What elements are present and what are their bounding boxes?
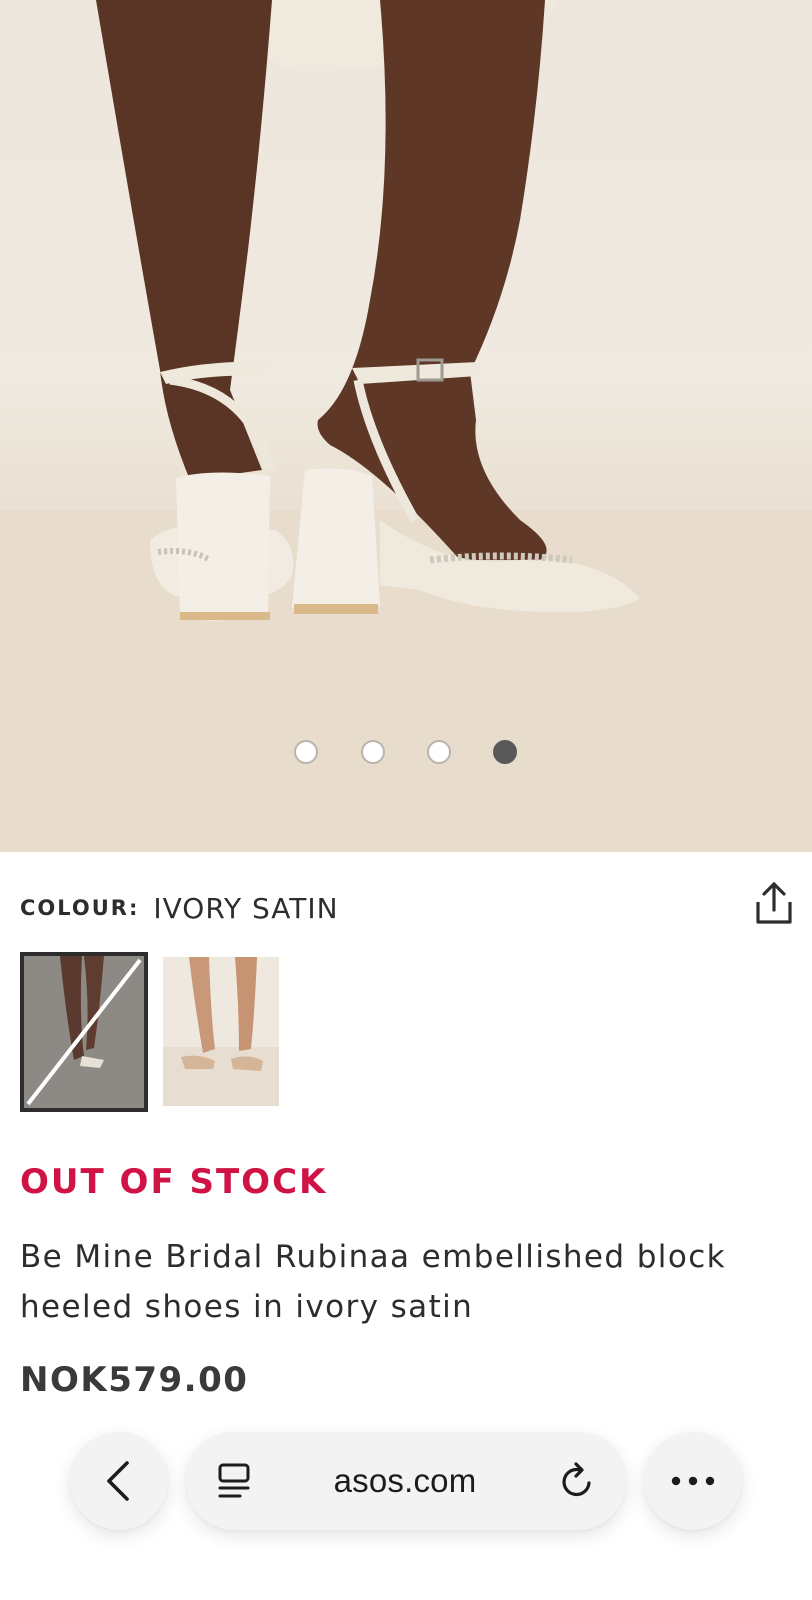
- colour-row: COLOUR: IVORY SATIN: [20, 888, 339, 928]
- gallery-pagination: [0, 740, 812, 764]
- gallery-dot-4-active[interactable]: [493, 740, 517, 764]
- colour-swatch-nude[interactable]: [163, 957, 279, 1106]
- browser-url-bar[interactable]: asos.com: [186, 1432, 626, 1530]
- swatch-thumbnail: [24, 956, 144, 1108]
- chevron-left-icon: [107, 1461, 129, 1501]
- gallery-dot-1[interactable]: [294, 740, 318, 764]
- product-image-gallery[interactable]: [0, 0, 812, 852]
- stock-status: OUT OF STOCK: [20, 1162, 328, 1202]
- browser-url-text[interactable]: asos.com: [334, 1462, 477, 1500]
- tab-manager-icon[interactable]: [216, 1461, 252, 1501]
- colour-value: IVORY SATIN: [153, 891, 339, 925]
- product-photo: [0, 0, 812, 852]
- product-price: NOK579.00: [20, 1360, 249, 1400]
- browser-back-button[interactable]: [70, 1432, 168, 1530]
- colour-swatch-ivory-satin-selected[interactable]: [20, 952, 148, 1112]
- more-dots-icon: [671, 1476, 715, 1486]
- browser-more-button[interactable]: [644, 1432, 742, 1530]
- gallery-dot-2[interactable]: [361, 740, 385, 764]
- colour-label: COLOUR:: [20, 896, 140, 920]
- product-title: Be Mine Bridal Rubinaa embellished block…: [20, 1239, 726, 1325]
- swatch-thumbnail: [163, 957, 279, 1106]
- share-button[interactable]: [752, 880, 796, 928]
- reload-icon[interactable]: [558, 1461, 596, 1501]
- share-icon: [756, 882, 792, 924]
- gallery-dot-3[interactable]: [427, 740, 451, 764]
